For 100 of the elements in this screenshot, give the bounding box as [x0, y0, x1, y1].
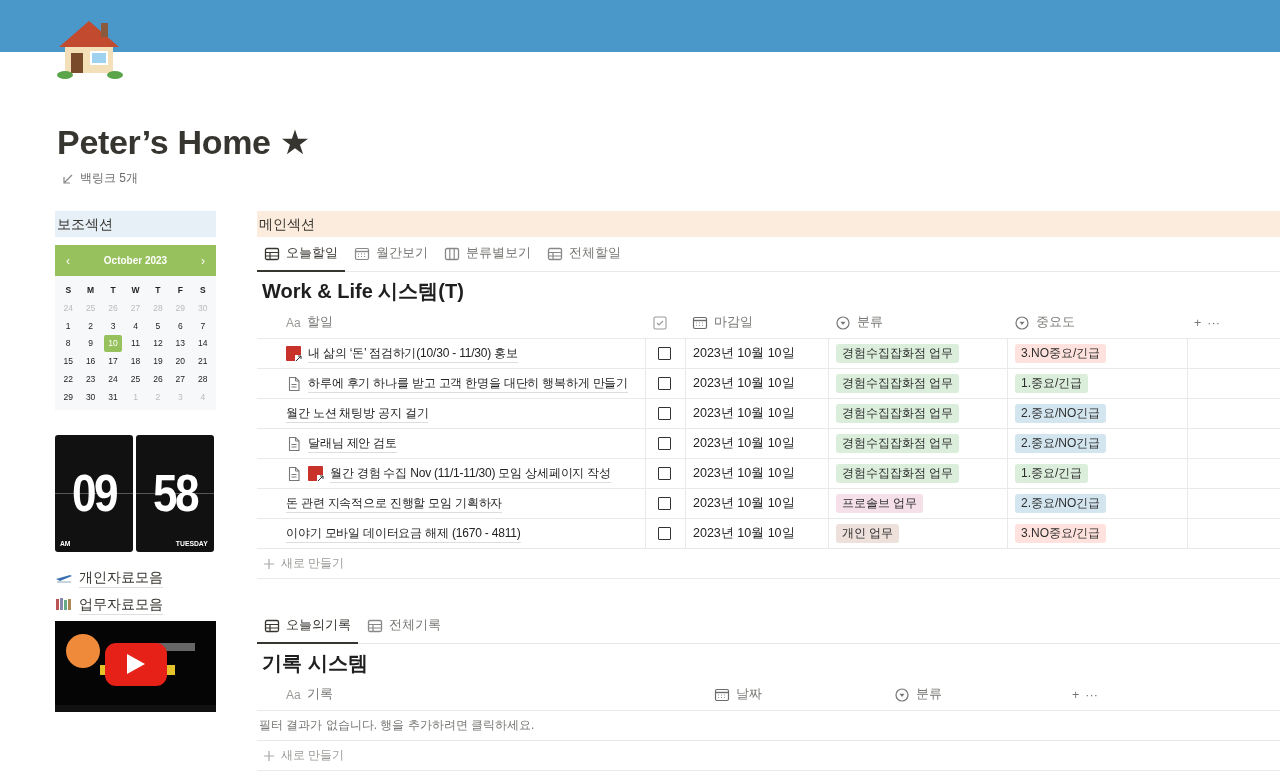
play-button[interactable] — [105, 642, 167, 686]
clock-hour: 09 — [71, 463, 117, 524]
calendar-icon — [692, 314, 708, 331]
column-header[interactable]: 할일 — [306, 314, 333, 331]
priority-tag: 3.NO중요/긴급 — [1015, 524, 1107, 543]
checkbox[interactable] — [658, 437, 671, 450]
board-icon — [444, 245, 460, 262]
calendar-day[interactable]: 22 — [59, 371, 78, 388]
task-title[interactable]: 달래님 제안 검토 — [308, 434, 397, 453]
weekday-label: S — [64, 284, 73, 297]
calendar-day[interactable]: 3 — [103, 317, 123, 335]
category-tag: 경험수집잡화점 업무 — [836, 404, 960, 423]
books-icon — [55, 596, 73, 613]
calendar-day[interactable]: 15 — [59, 353, 78, 370]
checkbox[interactable] — [658, 467, 671, 480]
more-options-button[interactable]: ··· — [1207, 315, 1220, 330]
task-title[interactable]: 이야기 모바일 데이터요금 해제 (1670 - 4811) — [286, 524, 521, 543]
column-header[interactable]: 분류 — [916, 686, 942, 703]
category-tag: 경험수집잡화점 업무 — [836, 374, 960, 393]
page-link[interactable]: 개인자료모음 — [79, 566, 163, 588]
calendar-day[interactable]: 6 — [171, 317, 190, 335]
calendar-day[interactable]: 14 — [193, 335, 212, 353]
priority-tag: 2.중요/NO긴급 — [1015, 404, 1107, 423]
calendar-day[interactable]: 24 — [103, 371, 123, 388]
checkbox[interactable] — [658, 377, 671, 390]
view-tab[interactable]: 전체기록 — [360, 609, 448, 644]
table-cell: 2023년 10월 10일 — [693, 405, 795, 422]
page-title: Peter’s Home ★ — [57, 122, 311, 163]
table-cell: 2023년 10월 10일 — [693, 345, 795, 362]
weekday-label: S — [198, 284, 207, 297]
task-title[interactable]: 돈 관련 지속적으로 진행할 모임 기획하자 — [286, 494, 503, 513]
backlinks-link[interactable]: 백링크 5개 — [80, 170, 138, 187]
task-title[interactable]: 월간 노션 채팅방 공지 걸기 — [286, 404, 429, 423]
task-title[interactable]: 내 삶의 ‘돈’ 점검하기(10/30 - 11/30) 홍보 — [308, 344, 518, 363]
calendar-icon — [714, 686, 730, 703]
table-cell: 2023년 10월 10일 — [693, 435, 795, 452]
document-icon — [286, 465, 302, 482]
view-tab[interactable]: 오늘의기록 — [257, 609, 358, 644]
calendar-day[interactable]: 8 — [59, 335, 78, 353]
task-title[interactable]: 하루에 후기 하나를 받고 고객 한명을 대단히 행복하게 만들기 — [308, 374, 629, 393]
column-header[interactable]: 마감일 — [714, 314, 753, 331]
calendar-day[interactable]: 21 — [193, 353, 212, 370]
calendar-day[interactable]: 9 — [81, 335, 100, 353]
section-heading: 보조섹션 — [55, 211, 216, 237]
table-cell: 2023년 10월 10일 — [693, 525, 795, 542]
database-title: 기록 시스템 — [261, 651, 369, 676]
category-tag: 경험수집잡화점 업무 — [836, 434, 960, 453]
calendar-day[interactable]: 11 — [126, 335, 145, 353]
calendar-day[interactable]: 27 — [171, 371, 190, 388]
column-header[interactable]: 중요도 — [1036, 314, 1075, 331]
calendar-day[interactable]: 18 — [126, 353, 145, 370]
checkbox-icon — [652, 314, 668, 331]
plus-icon — [263, 557, 275, 570]
calendar-day[interactable]: 16 — [81, 353, 100, 370]
checkbox[interactable] — [658, 407, 671, 420]
table-cell: 2023년 10월 10일 — [693, 465, 795, 482]
calendar-day[interactable]: 17 — [103, 353, 123, 370]
weekday-label: M — [86, 284, 96, 297]
calendar-day[interactable]: 12 — [148, 335, 168, 353]
weekday-label: W — [130, 284, 141, 297]
table-icon — [264, 617, 280, 634]
section-heading: 메인섹션 — [257, 211, 1280, 237]
priority-tag: 1.중요/긴급 — [1015, 464, 1089, 483]
calendar-day[interactable]: 7 — [193, 317, 212, 335]
category-tag: 경험수집잡화점 업무 — [836, 464, 960, 483]
column-header[interactable]: 날짜 — [736, 686, 762, 703]
calendar-day[interactable]: 4 — [126, 317, 145, 335]
task-title[interactable]: 월간 경험 수집 Nov (11/1-11/30) 모임 상세페이지 작성 — [330, 464, 611, 483]
calendar-day[interactable]: 29 — [59, 388, 78, 406]
calendar-day[interactable]: 13 — [171, 335, 190, 353]
priority-tag: 3.NO중요/긴급 — [1015, 344, 1107, 363]
document-icon — [286, 375, 302, 392]
calendar-day[interactable]: 30 — [81, 388, 100, 406]
page-link[interactable]: 업무자료모음 — [79, 593, 163, 615]
calendar-day[interactable]: 25 — [126, 371, 145, 388]
add-column-button[interactable]: + — [1072, 687, 1080, 702]
column-header[interactable]: 기록 — [306, 686, 333, 703]
checkbox[interactable] — [658, 497, 671, 510]
calendar-day[interactable]: 1 — [59, 317, 78, 335]
column-header[interactable]: 분류 — [857, 314, 883, 331]
checkbox[interactable] — [658, 527, 671, 540]
view-tab[interactable]: 전체할일 — [540, 237, 628, 272]
dropdown-icon — [835, 314, 851, 331]
checkbox[interactable] — [658, 347, 671, 360]
view-tab[interactable]: 월간보기 — [347, 237, 435, 272]
database-title: Work & Life 시스템(T) — [261, 279, 465, 304]
empty-message[interactable]: 필터 결과가 없습니다. 행을 추가하려면 클릭하세요. — [259, 717, 535, 734]
add-column-button[interactable]: + — [1194, 315, 1202, 330]
calendar-day[interactable]: 2 — [81, 317, 100, 335]
view-tab[interactable]: 오늘할일 — [257, 237, 345, 272]
calendar-day[interactable]: 31 — [103, 388, 123, 406]
category-tag: 개인 업무 — [836, 524, 900, 543]
calendar-day[interactable]: 19 — [148, 353, 168, 370]
calendar-day[interactable]: 26 — [148, 371, 168, 388]
calendar-day[interactable]: 28 — [193, 371, 212, 388]
more-options-button[interactable]: ··· — [1085, 687, 1098, 702]
view-tab[interactable]: 분류별보기 — [437, 237, 538, 272]
calendar-day[interactable]: 23 — [81, 371, 100, 388]
calendar-day[interactable]: 5 — [148, 317, 168, 335]
calendar-day[interactable]: 20 — [171, 353, 190, 370]
